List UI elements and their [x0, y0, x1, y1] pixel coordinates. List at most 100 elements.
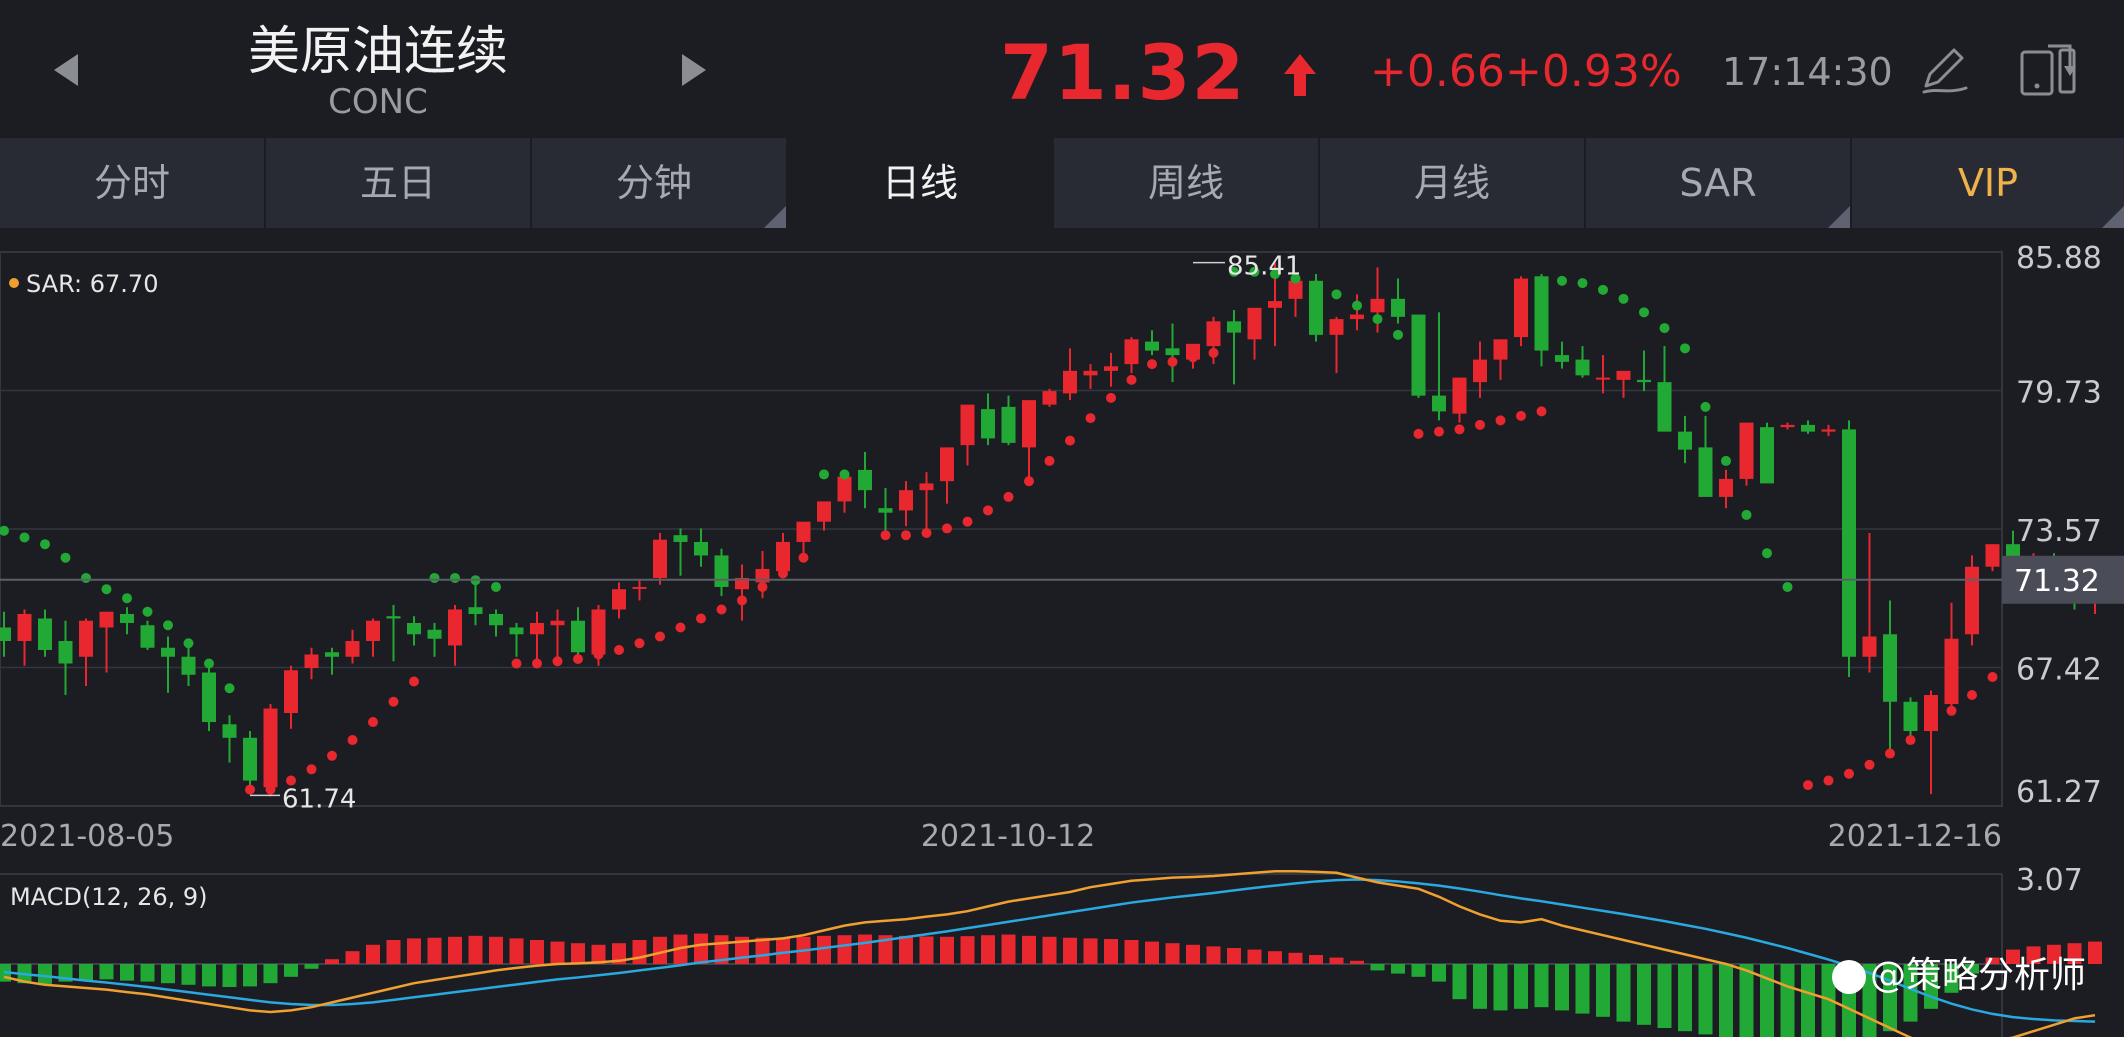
- macd-histogram-bar: [1534, 964, 1549, 1008]
- sar-dot: [368, 717, 378, 728]
- tab-five-day[interactable]: 五日: [266, 138, 532, 228]
- tab-intraday[interactable]: 分时: [0, 138, 266, 228]
- macd-histogram-bar: [1493, 964, 1508, 1011]
- chevron-left-icon[interactable]: [48, 50, 84, 90]
- candle-body: [1411, 314, 1426, 396]
- candle-body: [325, 652, 339, 657]
- candle-body: [571, 620, 585, 653]
- candle-body: [1227, 321, 1241, 333]
- sar-dot: [19, 532, 30, 543]
- sar-dot: [1434, 426, 1444, 437]
- macd-histogram-bar: [899, 935, 913, 964]
- sar-dot: [0, 525, 9, 536]
- sar-dot: [1721, 455, 1731, 466]
- sar-dot: [737, 595, 747, 606]
- macd-histogram-bar: [1596, 964, 1610, 1017]
- macd-histogram-bar: [366, 944, 380, 964]
- sar-dot: [409, 676, 419, 687]
- sar-dot: [163, 620, 173, 631]
- macd-histogram-bar: [1206, 946, 1221, 964]
- candle-body: [796, 521, 811, 542]
- sar-dot: [347, 735, 358, 746]
- tab-label: 月线: [1413, 161, 1490, 205]
- price-chart[interactable]: 85.88 79.73 73.57 67.42 61.27 85.41 61.74 71.32…: [0, 228, 2124, 1037]
- sar-dot: [1352, 300, 1362, 311]
- candle-body: [1739, 422, 1754, 479]
- last-price: 71.32: [1000, 28, 1246, 117]
- sar-dot: [716, 604, 727, 615]
- sar-dot: [552, 656, 563, 667]
- candle-body: [509, 627, 524, 635]
- candle-body: [1903, 701, 1918, 732]
- candle-body: [1145, 341, 1159, 351]
- macd-histogram-bar: [1186, 944, 1200, 964]
- sar-dot: [778, 568, 788, 579]
- macd-histogram-bar: [1575, 964, 1590, 1014]
- macd-histogram-bar: [427, 937, 442, 964]
- candle-body: [1206, 321, 1221, 347]
- tab-label: 分时: [93, 161, 170, 205]
- macd-histogram-bar: [407, 938, 421, 964]
- candle-body: [612, 589, 626, 610]
- macd-histogram-bar: [1739, 964, 1754, 1037]
- tab-label: 日线: [881, 161, 958, 205]
- sar-dot: [1085, 413, 1096, 424]
- chevron-right-icon[interactable]: [676, 50, 712, 90]
- macd-histogram-bar: [1760, 964, 1774, 1037]
- macd-histogram-bar: [1473, 964, 1487, 1009]
- macd-histogram-bar: [919, 936, 934, 964]
- sar-dot: [1557, 275, 1567, 286]
- y-tick-label: 67.42: [2016, 653, 2102, 688]
- macd-histogram-bar: [571, 943, 585, 964]
- tab-monthly[interactable]: 月线: [1320, 138, 1586, 228]
- macd-histogram-bar: [161, 964, 175, 984]
- candle-body: [530, 622, 544, 635]
- macd-histogram-bar: [1329, 957, 1344, 964]
- candle-body: [1329, 319, 1344, 335]
- macd-histogram-bar: [1001, 934, 1016, 964]
- macd-y-tick: 3.07: [2016, 863, 2083, 898]
- candle-body: [120, 613, 134, 623]
- candle-body: [1247, 307, 1262, 340]
- macd-histogram-bar: [1083, 938, 1098, 964]
- macd-histogram-bar: [1288, 952, 1303, 964]
- macd-histogram-bar: [755, 937, 770, 964]
- candle-body: [263, 708, 278, 788]
- sar-dot: [962, 516, 973, 527]
- sar-dot: [265, 784, 276, 795]
- tab-minute[interactable]: 分钟: [522, 138, 788, 228]
- macd-histogram-bar: [181, 964, 196, 985]
- sar-dot: [1803, 780, 1813, 791]
- macd-histogram-bar: [1616, 964, 1631, 1022]
- macd-histogram-bar: [304, 964, 319, 969]
- sar-dot: [1700, 401, 1711, 412]
- candle-body: [161, 647, 175, 657]
- sar-dot: [1598, 284, 1608, 295]
- macd-legend-label: MACD(12, 26, 9): [10, 883, 208, 911]
- tab-weekly[interactable]: 周线: [1054, 138, 1320, 228]
- macd-histogram-bar: [632, 940, 647, 964]
- tab-daily[interactable]: 日线: [788, 138, 1054, 228]
- instrument-name: 美原油连续: [247, 22, 508, 82]
- price-change: +0.66: [1370, 46, 1505, 97]
- macd-histogram-bar: [79, 964, 93, 980]
- sar-dot: [1782, 581, 1793, 592]
- candle-body: [1452, 377, 1467, 414]
- candle-body: [1883, 634, 1897, 702]
- candle-body: [1042, 391, 1057, 405]
- candle-body: [243, 737, 257, 781]
- sar-dot: [450, 572, 460, 583]
- candle-body: [202, 672, 216, 723]
- sar-dot: [614, 644, 624, 655]
- sar-dot: [1516, 410, 1526, 421]
- tab-sar[interactable]: SAR: [1586, 138, 1852, 228]
- rotate-screen-icon[interactable]: [2018, 42, 2078, 98]
- sar-legend-dot: [9, 278, 19, 288]
- sar-dot: [593, 649, 604, 660]
- candle-body: [304, 654, 319, 669]
- tab-vip[interactable]: VIP: [1852, 138, 2124, 228]
- macd-histogram-bar: [1370, 964, 1385, 971]
- candle-body: [427, 629, 442, 639]
- sar-dot: [634, 638, 645, 649]
- pen-icon[interactable]: [1918, 44, 1970, 96]
